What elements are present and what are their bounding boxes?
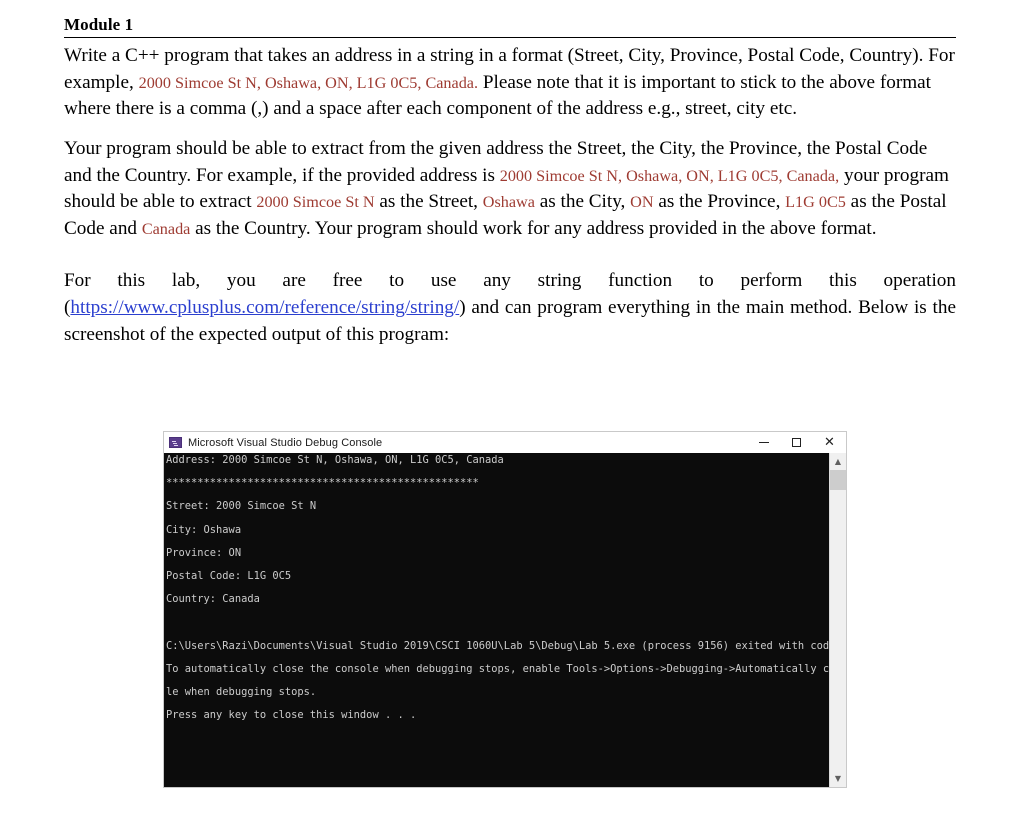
maximize-button[interactable] (780, 432, 813, 453)
console-titlebar[interactable]: Microsoft Visual Studio Debug Console ✕ (164, 432, 846, 453)
console-line: Postal Code: L1G 0C5 (166, 569, 292, 582)
console-title: Microsoft Visual Studio Debug Console (188, 436, 383, 449)
paragraph-2: Your program should be able to extract f… (64, 136, 956, 242)
maximize-icon (792, 438, 801, 447)
heading-divider (64, 37, 956, 39)
minimize-icon (758, 442, 769, 443)
close-icon: ✕ (824, 434, 835, 449)
paragraph-2-street-value: 2000 Simcoe St N (256, 193, 375, 212)
paragraph-3: For this lab, you are free to use any st… (64, 268, 956, 348)
console-icon (169, 437, 182, 448)
console-line: Press any key to close this window . . . (166, 709, 417, 722)
paragraph-2-country-value: Canada (141, 219, 191, 238)
console-line: le when debugging stops. (166, 685, 317, 698)
window-controls: ✕ (747, 432, 846, 453)
console-line: To automatically close the console when … (166, 662, 829, 675)
console-body: Address: 2000 Simcoe St N, Oshawa, ON, L… (164, 453, 846, 787)
paragraph-2-province-value: ON (630, 193, 654, 212)
paragraph-2-text-g: as the Country. Your program should work… (190, 217, 877, 239)
paragraph-2-text-c: as the Street, (374, 191, 483, 213)
scrollbar-track[interactable] (830, 470, 846, 770)
minimize-button[interactable] (747, 432, 780, 453)
console-line: Province: ON (166, 546, 242, 559)
paragraph-2-text-d: as the City, (534, 191, 631, 213)
console-line: City: Oshawa (166, 523, 242, 536)
console-output[interactable]: Address: 2000 Simcoe St N, Oshawa, ON, L… (164, 453, 829, 787)
close-button[interactable]: ✕ (813, 432, 846, 453)
console-scrollbar[interactable]: ▲ ▼ (829, 453, 846, 787)
document-page: Module 1 Write a C++ program that takes … (64, 14, 956, 361)
console-line: Street: 2000 Simcoe St N (166, 500, 317, 513)
console-line: C:\Users\Razi\Documents\Visual Studio 20… (166, 639, 829, 652)
console-line: ****************************************… (166, 477, 479, 490)
debug-console-window: Microsoft Visual Studio Debug Console ✕ … (163, 431, 847, 788)
scrollbar-thumb[interactable] (830, 470, 846, 490)
paragraph-2-postal-code-value: L1G 0C5 (785, 193, 846, 212)
console-line: Country: Canada (166, 593, 260, 606)
paragraph-1-example-address: 2000 Simcoe St N, Oshawa, ON, L1G 0C5, C… (138, 73, 479, 92)
page-title: Module 1 (64, 15, 134, 34)
cplusplus-reference-link[interactable]: https://www.cplusplus.com/reference/stri… (70, 297, 459, 318)
paragraph-2-city-value: Oshawa (482, 193, 535, 212)
scroll-down-arrow[interactable]: ▼ (830, 770, 846, 787)
paragraph-2-text-e: as the Province, (653, 191, 786, 213)
console-line: Address: 2000 Simcoe St N, Oshawa, ON, L… (166, 454, 504, 466)
paragraph-2-example-address: 2000 Simcoe St N, Oshawa, ON, L1G 0C5, C… (499, 166, 840, 185)
paragraph-1: Write a C++ program that takes an addres… (64, 43, 956, 123)
scroll-up-arrow[interactable]: ▲ (830, 453, 846, 470)
